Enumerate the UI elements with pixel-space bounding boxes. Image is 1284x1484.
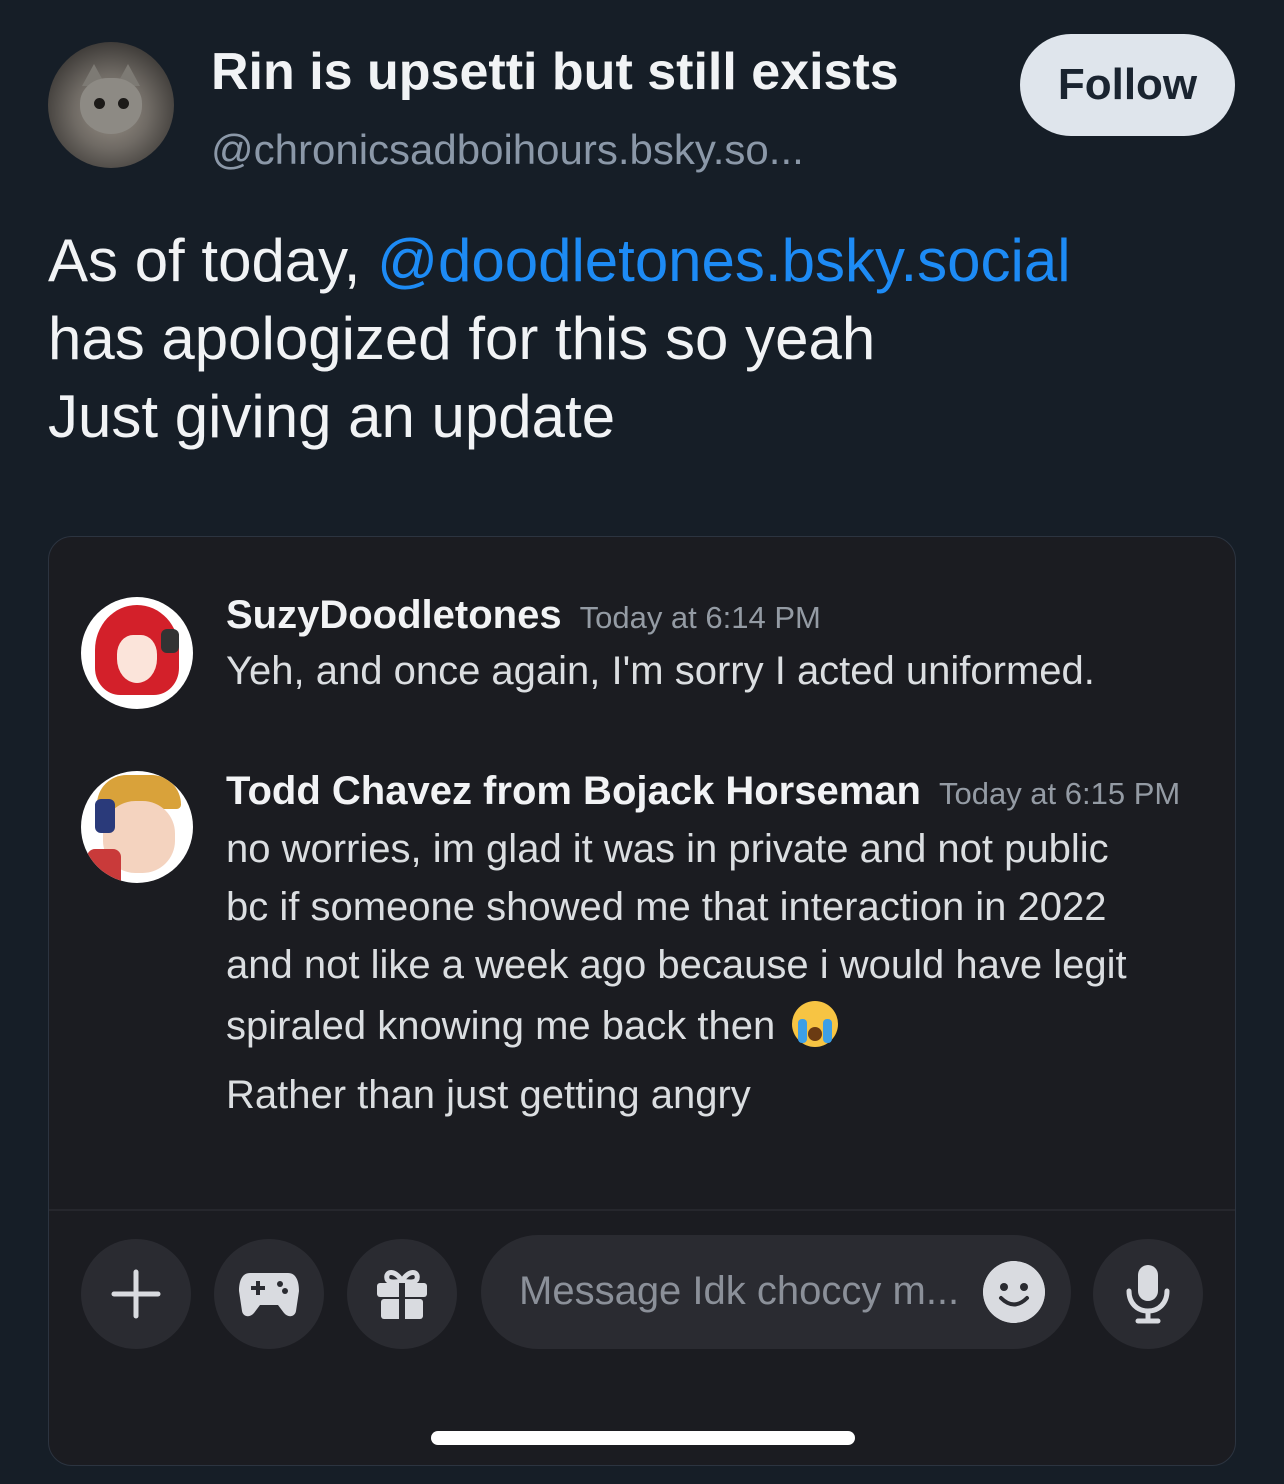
composer-divider xyxy=(49,1209,1235,1211)
embedded-image[interactable]: SuzyDoodletones Today at 6:14 PM Yeh, and… xyxy=(48,536,1236,1466)
message-text: Rather than just getting angry xyxy=(226,1073,751,1117)
author-display-name[interactable]: Rin is upsetti but still exists xyxy=(211,42,899,102)
post-text-line1: As of today, xyxy=(48,227,378,294)
message-author: Todd Chavez from Bojack Horseman xyxy=(226,769,921,813)
author-handle[interactable]: @chronicsadboihours.bsky.so... xyxy=(211,126,804,174)
emoji-icon[interactable] xyxy=(983,1261,1045,1323)
message-header: SuzyDoodletones Today at 6:14 PM xyxy=(226,593,821,638)
message-timestamp: Today at 6:15 PM xyxy=(938,776,1181,811)
message-text: bc if someone showed me that interaction… xyxy=(226,885,1107,929)
post-text: As of today, @doodletones.bsky.social ha… xyxy=(48,222,1238,456)
voice-message-button[interactable] xyxy=(1093,1239,1203,1349)
home-indicator xyxy=(431,1431,855,1445)
post-text-line2: has apologized for this so yeah xyxy=(48,305,876,372)
message-input-placeholder: Message Idk choccy m... xyxy=(519,1269,960,1313)
crying-emoji-icon xyxy=(792,1001,839,1047)
mention-link[interactable]: @doodletones.bsky.social xyxy=(377,227,1071,294)
suzy-avatar xyxy=(81,597,193,709)
plus-icon xyxy=(111,1269,161,1319)
follow-button[interactable]: Follow xyxy=(1020,34,1235,136)
post-text-line3: Just giving an update xyxy=(48,383,616,450)
message-header: Todd Chavez from Bojack Horseman Today at… xyxy=(226,769,1180,814)
gamepad-icon xyxy=(239,1273,299,1317)
message-text: Yeh, and once again, I'm sorry I acted u… xyxy=(226,649,1095,693)
message-text-with-emoji: spiraled knowing me back then xyxy=(226,1001,839,1049)
message-input[interactable]: Message Idk choccy m... xyxy=(481,1235,1071,1349)
message-text: spiraled knowing me back then xyxy=(226,1004,776,1048)
todd-avatar xyxy=(81,771,193,883)
author-avatar[interactable] xyxy=(48,42,174,168)
message-text: and not like a week ago because i would … xyxy=(226,943,1127,987)
message-author: SuzyDoodletones xyxy=(226,593,562,637)
gift-button[interactable] xyxy=(347,1239,457,1349)
gift-icon xyxy=(377,1270,427,1319)
message-timestamp: Today at 6:14 PM xyxy=(579,600,821,635)
activities-button[interactable] xyxy=(214,1239,324,1349)
message-text: no worries, im glad it was in private an… xyxy=(226,827,1109,871)
post-header: Rin is upsetti but still exists @chronic… xyxy=(48,34,1238,173)
microphone-icon xyxy=(1126,1265,1170,1324)
add-attachment-button[interactable] xyxy=(81,1239,191,1349)
